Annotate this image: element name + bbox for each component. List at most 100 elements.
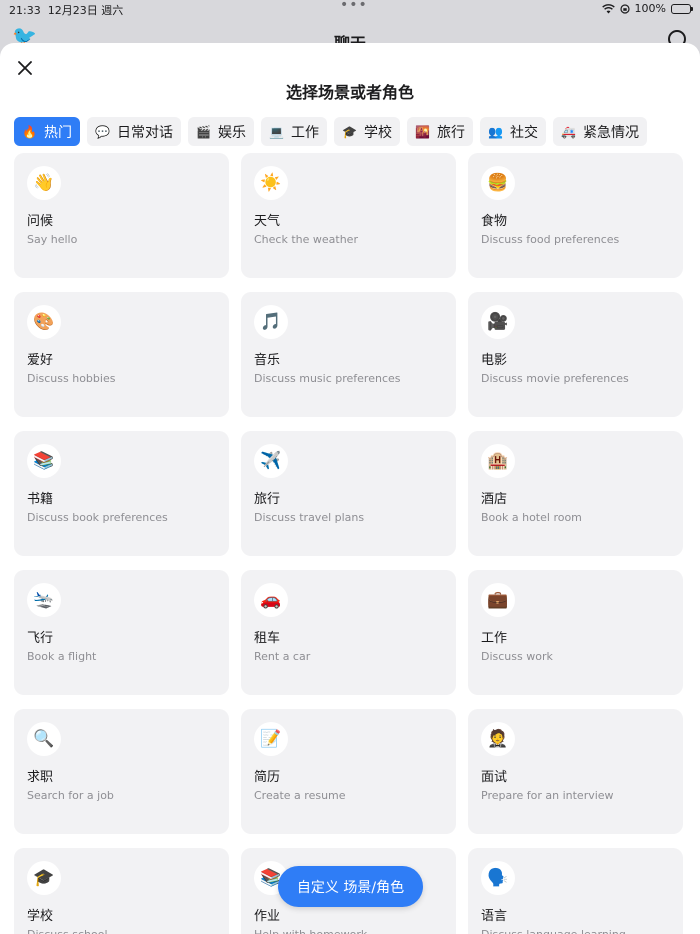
scene-title: 作业: [254, 909, 281, 924]
scene-title: 学校: [27, 909, 54, 924]
tab-0[interactable]: 🔥 热门: [14, 117, 80, 146]
multitask-dots[interactable]: •••: [340, 0, 368, 13]
tab-1[interactable]: 💬 日常对话: [87, 117, 181, 146]
tab-label: 热门: [44, 124, 72, 141]
battery-icon: [671, 3, 693, 14]
scene-card[interactable]: 📝 简历 Create a resume: [241, 709, 456, 834]
scene-subtitle: Discuss music preferences: [254, 372, 401, 385]
scene-card[interactable]: ✈️ 旅行 Discuss travel plans: [241, 431, 456, 556]
wifi-icon: [601, 3, 615, 13]
scene-card[interactable]: 🍔 食物 Discuss food preferences: [468, 153, 683, 278]
scene-title: 酒店: [481, 492, 508, 507]
scene-icon: 🤵: [481, 722, 515, 756]
tab-icon: 💻: [269, 124, 284, 139]
scene-icon: 📚: [27, 444, 61, 478]
scene-title: 音乐: [254, 353, 281, 368]
tab-icon: 🎬: [196, 124, 211, 139]
scene-grid: 👋 问候 Say hello ☀️ 天气 Check the weather 🍔 食物 Disc…: [14, 153, 684, 934]
tab-icon: 🎓: [342, 124, 357, 139]
scene-card[interactable]: 🏨 酒店 Book a hotel room: [468, 431, 683, 556]
scene-title: 飞行: [27, 631, 54, 646]
scene-subtitle: Help with homework: [254, 928, 367, 934]
scene-icon: 🏨: [481, 444, 515, 478]
scene-subtitle: Book a flight: [27, 650, 97, 663]
sheet-title: 选择场景或者角色: [285, 83, 414, 102]
scene-icon: 🎵: [254, 305, 288, 339]
battery-percent: 100%: [634, 2, 666, 15]
scene-icon: 🍔: [481, 166, 515, 200]
scene-icon: 💼: [481, 583, 515, 617]
scene-title: 旅行: [254, 492, 281, 507]
scene-title: 书籍: [27, 492, 54, 507]
tab-5[interactable]: 🌇 旅行: [407, 117, 473, 146]
status-bar: 21:33 12月23日 週六 ••• 100%: [0, 0, 700, 18]
scene-card[interactable]: 🎵 音乐 Discuss music preferences: [241, 292, 456, 417]
scene-card[interactable]: 🤵 面试 Prepare for an interview: [468, 709, 683, 834]
scene-subtitle: Prepare for an interview: [481, 789, 614, 802]
tab-3[interactable]: 💻 工作: [261, 117, 327, 146]
scene-subtitle: Discuss work: [481, 650, 553, 663]
tab-label: 旅行: [437, 124, 465, 141]
scene-title: 简历: [254, 770, 281, 785]
tab-label: 学校: [364, 124, 392, 141]
scene-subtitle: Discuss language learning: [481, 928, 626, 934]
scene-subtitle: Search for a job: [27, 789, 114, 802]
scene-title: 问候: [27, 214, 54, 229]
close-icon: [18, 61, 32, 75]
tab-label: 娱乐: [218, 124, 246, 141]
scene-icon: 👋: [27, 166, 61, 200]
scene-icon: 🎨: [27, 305, 61, 339]
scene-card[interactable]: 🗣️ 语言 Discuss language learning: [468, 848, 683, 934]
tab-label: 工作: [291, 124, 319, 141]
custom-scene-button[interactable]: 自定义 场景/角色: [278, 866, 423, 907]
scene-title: 租车: [254, 631, 281, 646]
scene-title: 电影: [481, 353, 508, 368]
tab-7[interactable]: 🚑 紧急情况: [553, 117, 647, 146]
scene-subtitle: Discuss hobbies: [27, 372, 116, 385]
tab-label: 社交: [510, 124, 538, 141]
scene-subtitle: Say hello: [27, 233, 78, 246]
tab-icon: 👥: [488, 124, 503, 139]
scene-icon: 🛬: [27, 583, 61, 617]
tab-label: 紧急情况: [583, 124, 639, 141]
tab-icon: 🌇: [415, 124, 430, 139]
scene-subtitle: Discuss book preferences: [27, 511, 168, 524]
scene-card[interactable]: 💼 工作 Discuss work: [468, 570, 683, 695]
scene-title: 求职: [27, 770, 54, 785]
close-button[interactable]: [14, 57, 36, 79]
scene-card[interactable]: 🔍 求职 Search for a job: [14, 709, 229, 834]
scene-subtitle: Discuss movie preferences: [481, 372, 629, 385]
scene-card[interactable]: 🚗 租车 Rent a car: [241, 570, 456, 695]
status-right: 100%: [601, 2, 693, 15]
scene-icon: 🔍: [27, 722, 61, 756]
tab-6[interactable]: 👥 社交: [480, 117, 546, 146]
scene-card[interactable]: 🎓 学校 Discuss school: [14, 848, 229, 934]
status-time: 21:33 12月23日 週六: [9, 4, 124, 17]
scene-icon: 🚗: [254, 583, 288, 617]
scene-title: 食物: [481, 214, 508, 229]
status-date: 12月23日 週六: [47, 4, 124, 17]
category-tabs: 🔥 热门 💬 日常对话 🎬 娱乐 💻 工作 🎓 学校 🌇 旅行 👥 社交 🚑 紧急情况: [14, 117, 647, 146]
scene-subtitle: Check the weather: [254, 233, 358, 246]
scene-subtitle: Create a resume: [254, 789, 346, 802]
scene-subtitle: Discuss food preferences: [481, 233, 620, 246]
scene-card[interactable]: ☀️ 天气 Check the weather: [241, 153, 456, 278]
scene-icon: 🎥: [481, 305, 515, 339]
scene-card[interactable]: 👋 问候 Say hello: [14, 153, 229, 278]
scene-subtitle: Discuss travel plans: [254, 511, 365, 524]
scene-card[interactable]: 🎨 爱好 Discuss hobbies: [14, 292, 229, 417]
tab-2[interactable]: 🎬 娱乐: [188, 117, 254, 146]
scene-card[interactable]: 📚 书籍 Discuss book preferences: [14, 431, 229, 556]
scene-title: 工作: [481, 631, 508, 646]
scene-title: 天气: [254, 214, 281, 229]
tab-4[interactable]: 🎓 学校: [334, 117, 400, 146]
scene-title: 面试: [481, 770, 508, 785]
tab-icon: 🔥: [22, 124, 37, 139]
tab-icon: 🚑: [561, 124, 576, 139]
tab-label: 日常对话: [117, 124, 173, 141]
scene-card[interactable]: 🛬 飞行 Book a flight: [14, 570, 229, 695]
scene-card[interactable]: 🎥 电影 Discuss movie preferences: [468, 292, 683, 417]
scene-picker-sheet: 选择场景或者角色 🔥 热门 💬 日常对话 🎬 娱乐 💻 工作 🎓 学校 🌇 旅行 👥 社交 🚑 紧急情况 👋 问…: [0, 43, 700, 934]
scene-title: 爱好: [27, 353, 54, 368]
scene-subtitle: Discuss school: [27, 928, 108, 934]
